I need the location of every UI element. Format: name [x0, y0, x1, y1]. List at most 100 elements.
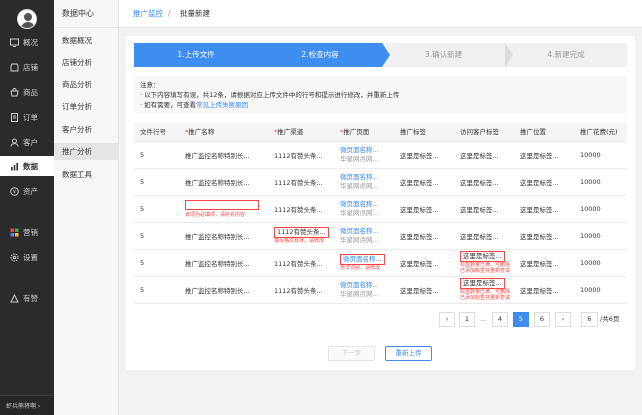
- prev-page-button[interactable]: ‹: [439, 312, 455, 327]
- visitor-error-field[interactable]: 这里是标签...: [460, 251, 505, 262]
- cell-channel: 1112有赞头条...: [268, 276, 334, 304]
- name-error-field[interactable]: [185, 199, 259, 210]
- table-row: 5 推广监控名称特别长... 1112有赞头条... 微页面名称... 华星网点网…: [134, 168, 627, 196]
- order-icon: [10, 112, 19, 122]
- main-nav: 概况 店铺 商品 订单 客户 数据 ¥ 资产 营销 设置 有赞 虾兵熊将啊 ›: [0, 0, 54, 415]
- subnav-item-overview[interactable]: 数据概况: [54, 32, 119, 49]
- page-5-button[interactable]: 5: [513, 312, 529, 327]
- table-header: 文件行号 *推广名称 *推广渠道 *推广页面 推广标签 访问客户标签 推广位置 …: [134, 122, 627, 142]
- cell-line: 5: [134, 141, 179, 169]
- page-1-button[interactable]: 1: [459, 312, 475, 327]
- visitor-error-text: 标签数量已满，可删除已添加标签并重新尝试: [460, 262, 511, 274]
- cell-tag: 这里是标签...: [394, 276, 454, 304]
- cell-line: 5: [134, 195, 179, 223]
- cell-tag: 这里是标签...: [394, 222, 454, 250]
- cell-page: 微页面名称... 华星网点网...: [334, 195, 394, 223]
- page-jump-input[interactable]: 6: [581, 312, 598, 327]
- cell-visitor: 这里是标签... 标签数量已满，可删除已添加标签并重新尝试: [454, 249, 514, 277]
- breadcrumb-current: 批量新建: [180, 9, 210, 18]
- col-header: *推广名称: [179, 122, 268, 142]
- name-error-text: 该项为必填项，请补充内容: [185, 211, 246, 218]
- cell-cost: 10000: [574, 141, 627, 169]
- page-4-button[interactable]: 4: [492, 312, 508, 327]
- next-page-button[interactable]: ›: [555, 312, 571, 327]
- cell-page: 微页面名称... 华星网点网...: [334, 222, 394, 250]
- cell-pos: 这里是标签...: [514, 141, 574, 169]
- cell-pos: 这里是标签...: [514, 168, 574, 196]
- svg-text:¥: ¥: [13, 189, 16, 195]
- nav-item-customer[interactable]: 客户: [0, 132, 54, 152]
- cell-name: 推广监控名称特别长...: [179, 141, 268, 169]
- cell-name: 推广监控名称特别长...: [179, 249, 268, 277]
- cell-visitor: 这里是标签...: [454, 222, 514, 250]
- pagination: ‹ 1 ... 4 5 6 › 6 /共6页: [439, 312, 629, 327]
- store-icon: [10, 63, 19, 72]
- visitor-error-field[interactable]: 这里是标签...: [460, 278, 505, 289]
- cell-visitor: 这里是标签... 标签数量已满，可删除已添加标签并重新尝试: [454, 276, 514, 304]
- nav-item-asset[interactable]: ¥ 资产: [0, 181, 54, 201]
- cell-visitor: 这里是标签...: [454, 141, 514, 169]
- goods-icon: [10, 87, 19, 97]
- page-link[interactable]: 微页面名称...: [340, 281, 394, 290]
- next-step-button[interactable]: 下一步: [328, 346, 375, 361]
- subnav-item-goods[interactable]: 商品分析: [54, 76, 119, 93]
- account-switcher[interactable]: 虾兵熊将啊 ›: [0, 395, 54, 415]
- nav-item-order[interactable]: 订单: [0, 107, 54, 127]
- col-header: *推广页面: [334, 122, 394, 142]
- cell-line: 5: [134, 249, 179, 277]
- nav-item-goods[interactable]: 商品: [0, 82, 54, 102]
- nav-item-data[interactable]: 数据: [0, 156, 54, 176]
- page-6-button[interactable]: 6: [534, 312, 550, 327]
- dashboard-icon: [10, 38, 19, 47]
- subnav-item-store[interactable]: 店铺分析: [54, 54, 119, 71]
- cell-channel: 1112有赞头条...: [268, 168, 334, 196]
- cell-line: 5: [134, 222, 179, 250]
- settings-icon: [10, 253, 19, 262]
- page-error-field[interactable]: 微页面名称...: [340, 254, 385, 265]
- subnav-item-tools[interactable]: 数据工具: [54, 166, 119, 183]
- step-check: 2.检查内容: [258, 43, 382, 67]
- col-header: 访问客户标签: [454, 122, 514, 142]
- reupload-button[interactable]: 重新上传: [385, 346, 432, 361]
- page-link[interactable]: 微页面名称...: [340, 173, 394, 182]
- nav-item-overview[interactable]: 概况: [0, 32, 54, 52]
- nav-item-youzan[interactable]: 有赞: [0, 288, 54, 308]
- table-row: 5 推广监控名称特别长... 1112有赞头条... 填写格式有误，请修改 微页面…: [134, 222, 627, 250]
- cell-line: 5: [134, 168, 179, 196]
- page-link[interactable]: 微页面名称...: [340, 200, 394, 209]
- subnav-title: 数据中心: [54, 0, 119, 28]
- notice-title: 注意：: [140, 81, 160, 89]
- notice-box: 注意： · 以下内容填写有误，共12条，请根据对应上传文件中的行号和提示进行修改…: [134, 76, 627, 113]
- subnav-item-order[interactable]: 订单分析: [54, 98, 119, 115]
- page-total: /共6页: [600, 315, 620, 323]
- step-done: 4.新建完成: [505, 43, 627, 67]
- breadcrumb-link[interactable]: 推广监控: [133, 0, 163, 28]
- page-link[interactable]: 微页面名称...: [340, 146, 394, 155]
- col-header: 文件行号: [134, 122, 179, 142]
- page-link[interactable]: 微页面名称...: [340, 227, 394, 236]
- cell-cost: 10000: [574, 195, 627, 223]
- cell-page: 微页面名称... 华星网点网...: [334, 276, 394, 304]
- cell-cost: 10000: [574, 276, 627, 304]
- notice-line-1: · 以下内容填写有误，共12条，请根据对应上传文件中的行号和提示进行修改，并重新…: [140, 91, 400, 99]
- nav-item-marketing[interactable]: 营销: [0, 222, 54, 242]
- data-chart-icon: [10, 162, 19, 171]
- cell-page: 微页面名称... 华星网点网...: [334, 168, 394, 196]
- avatar[interactable]: [17, 9, 37, 29]
- failure-reasons-link[interactable]: 常见上传失败原因: [196, 101, 248, 109]
- nav-item-store[interactable]: 店铺: [0, 57, 54, 77]
- cell-channel: 1112有赞头条...: [268, 195, 334, 223]
- channel-error-text: 填写格式有误，请修改: [274, 238, 325, 244]
- col-header: *推广渠道: [268, 122, 334, 142]
- channel-error-field[interactable]: 1112有赞头条...: [274, 227, 329, 238]
- subnav-item-customer[interactable]: 客户分析: [54, 121, 119, 138]
- cell-tag: 这里是标签...: [394, 195, 454, 223]
- subnav-item-promotion[interactable]: 推广分析: [54, 143, 119, 160]
- nav-item-settings[interactable]: 设置: [0, 247, 54, 267]
- cell-line: 5: [134, 276, 179, 304]
- cell-pos: 这里是标签...: [514, 195, 574, 223]
- customer-icon: [10, 138, 19, 147]
- col-header: 推广位置: [514, 122, 574, 142]
- table-row: 5 推广监控名称特别长... 1112有赞头条... 微页面名称... 无法识别，…: [134, 249, 627, 277]
- breadcrumb-separator: /: [168, 9, 171, 18]
